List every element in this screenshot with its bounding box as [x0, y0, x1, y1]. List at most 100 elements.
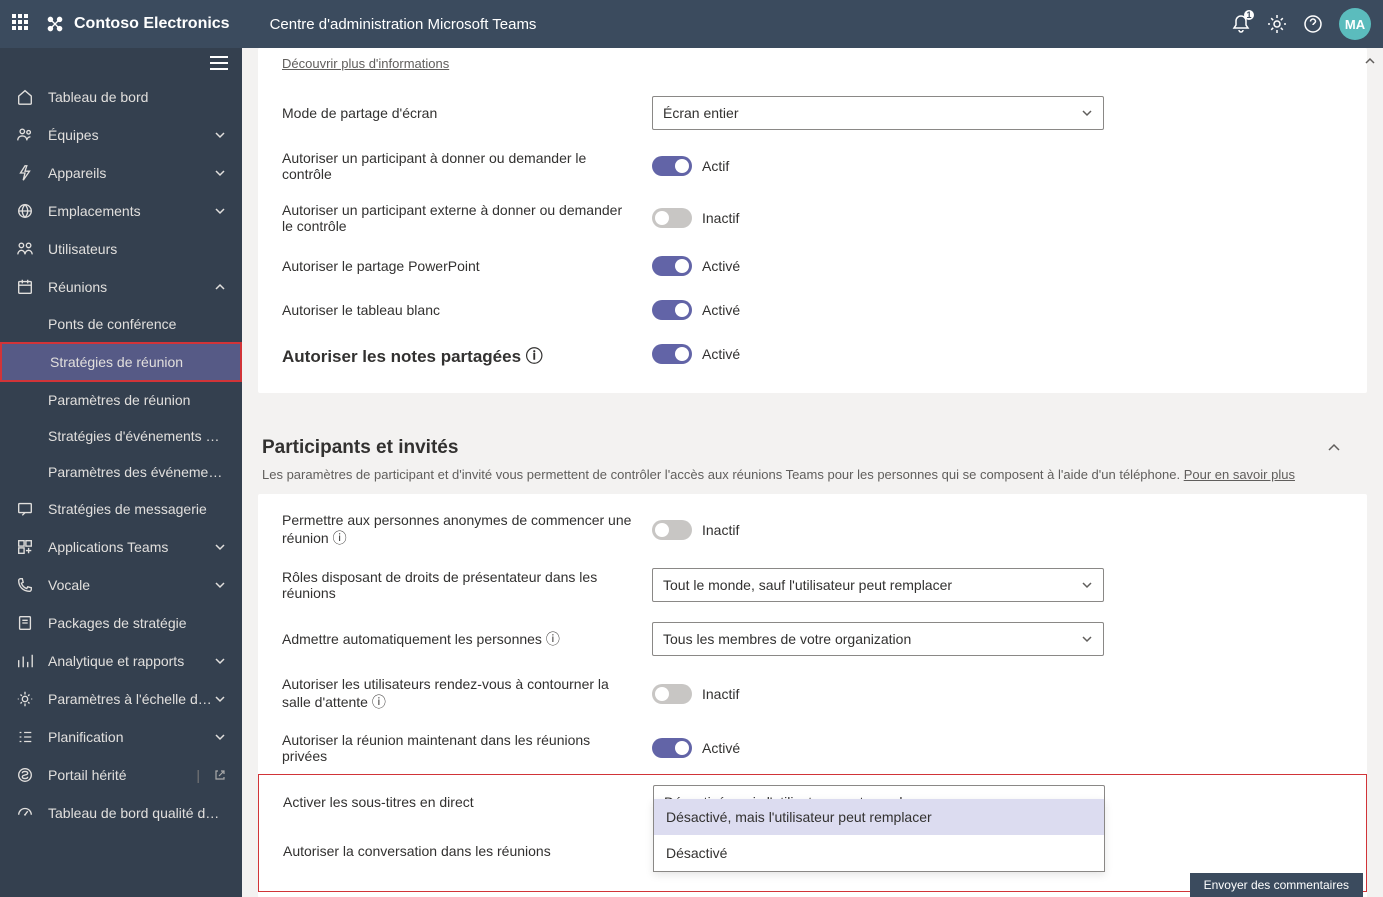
sidebar-item-analytics[interactable]: Analytique et rapports: [0, 642, 242, 680]
toggle-switch[interactable]: [652, 344, 692, 364]
setting-label: Admettre automatiquement les personnes ⓘ: [282, 629, 652, 649]
sidebar-item-label: Packages de stratégie: [48, 615, 226, 631]
sidebar-item-label: Vocale: [48, 577, 214, 593]
sidebar-item-label: Stratégies de messagerie: [48, 501, 226, 517]
setting-label: Autoriser la conversation dans les réuni…: [283, 843, 653, 859]
sidebar-item-label: Planification: [48, 729, 214, 745]
toggle-switch[interactable]: [652, 256, 692, 276]
setting-row: Autoriser les utilisateurs rendez-vous à…: [258, 666, 1367, 722]
sidebar-item-label: Applications Teams: [48, 539, 214, 555]
notification-badge: 1: [1244, 10, 1254, 20]
sidebar-item-label: Emplacements: [48, 203, 214, 219]
notifications-icon[interactable]: 1: [1231, 14, 1251, 34]
setting-label: Permettre aux personnes anonymes de comm…: [282, 512, 652, 548]
toggle-switch[interactable]: [652, 520, 692, 540]
analytics-icon: [16, 652, 34, 670]
chevron-down-icon: [1081, 107, 1093, 119]
dropdown-option[interactable]: Désactivé: [654, 835, 1104, 871]
users-icon: [16, 240, 34, 258]
sidebar-item-meetings[interactable]: Réunions: [0, 268, 242, 306]
toggle-state-label: Activé: [702, 346, 740, 362]
gear-icon: [16, 690, 34, 708]
select-dropdown[interactable]: Tout le monde, sauf l'utilisateur peut r…: [652, 568, 1104, 602]
sidebar-subitem-bridges[interactable]: Ponts de conférence: [0, 306, 242, 342]
sidebar-item-planning[interactable]: Planification: [0, 718, 242, 756]
devices-icon: [16, 164, 34, 182]
app-title: Centre d'administration Microsoft Teams: [270, 16, 537, 33]
help-icon[interactable]: [1303, 14, 1323, 34]
toggle-switch[interactable]: [652, 684, 692, 704]
setting-label: Autoriser la réunion maintenant dans les…: [282, 732, 652, 764]
chevron-down-icon: [214, 579, 226, 591]
feedback-button[interactable]: Envoyer des commentaires: [1190, 873, 1363, 897]
sidebar-subitem-meeting-settings[interactable]: Paramètres de réunion: [0, 382, 242, 418]
collapse-icon[interactable]: [1325, 439, 1343, 457]
setting-row: Autoriser un participant à donner ou dem…: [258, 140, 1367, 192]
select-dropdown[interactable]: Tous les membres de votre organization: [652, 622, 1104, 656]
toggle-switch[interactable]: [652, 208, 692, 228]
settings-icon[interactable]: [1267, 14, 1287, 34]
toggle-switch[interactable]: [652, 156, 692, 176]
chevron-down-icon: [214, 541, 226, 553]
setting-label: Autoriser les notes partagées ⓘ: [282, 342, 652, 367]
toggle-switch[interactable]: [652, 300, 692, 320]
card-intro: Découvrir plus d'informations: [258, 48, 1367, 86]
dropdown-option[interactable]: Désactivé, mais l'utilisateur peut rempl…: [654, 799, 1104, 835]
sidebar-item-dashboard[interactable]: Tableau de bord: [0, 78, 242, 116]
sidebar-item-devices[interactable]: Appareils: [0, 154, 242, 192]
sidebar-subitem-live-event-settings[interactable]: Paramètres des événements en direct: [0, 454, 242, 490]
toggle-state-label: Activé: [702, 302, 740, 318]
chevron-down-icon: [214, 167, 226, 179]
setting-label: Autoriser les utilisateurs rendez-vous à…: [282, 676, 652, 712]
setting-row: Autoriser le tableau blancActivé: [258, 288, 1367, 332]
sidebar-item-label: Équipes: [48, 127, 214, 143]
chevron-down-icon: [214, 655, 226, 667]
setting-row: Rôles disposant de droits de présentateu…: [258, 558, 1367, 612]
main-content: Découvrir plus d'informations Mode de pa…: [242, 48, 1383, 897]
org-name: Contoso Electronics: [74, 15, 230, 33]
sidebar-item-label: Tableau de bord qualité des appels: [48, 805, 226, 821]
sidebar-item-legacy-portal[interactable]: Portail hérité |: [0, 756, 242, 794]
sidebar-item-apps[interactable]: Applications Teams: [0, 528, 242, 566]
sidebar-subitem-live-event-policies[interactable]: Stratégies d'événements en direct: [0, 418, 242, 454]
chevron-down-icon: [214, 731, 226, 743]
setting-row: Autoriser le partage PowerPointActivé: [258, 244, 1367, 288]
sidebar-item-org-settings[interactable]: Paramètres à l'échelle de l'organisation: [0, 680, 242, 718]
sidebar-item-voice[interactable]: Vocale: [0, 566, 242, 604]
package-icon: [16, 614, 34, 632]
chevron-up-icon: [214, 281, 226, 293]
chevron-down-icon: [1081, 579, 1093, 591]
setting-label: Autoriser un participant à donner ou dem…: [282, 150, 652, 182]
sidebar: Tableau de bord Équipes Appareils Emplac…: [0, 48, 242, 897]
sidebar-item-locations[interactable]: Emplacements: [0, 192, 242, 230]
select-dropdown[interactable]: Écran entier: [652, 96, 1104, 130]
select-value: Écran entier: [663, 105, 1081, 121]
app-launcher-icon[interactable]: [12, 14, 32, 34]
toggle-state-label: Inactif: [702, 686, 739, 702]
people-icon: [16, 126, 34, 144]
chat-icon: [16, 500, 34, 518]
scroll-up-icon[interactable]: [1363, 54, 1377, 68]
sidebar-item-label: Paramètres à l'échelle de l'organisation: [48, 691, 214, 707]
sidebar-subitem-meeting-policies[interactable]: Stratégies de réunion: [0, 342, 242, 382]
hamburger-icon[interactable]: [196, 48, 242, 78]
sidebar-item-policy-packages[interactable]: Packages de stratégie: [0, 604, 242, 642]
chevron-down-icon: [214, 129, 226, 141]
setting-label: Autoriser un participant externe à donne…: [282, 202, 652, 234]
section-title: Participants et invités: [262, 437, 1325, 459]
setting-row: Permettre aux personnes anonymes de comm…: [258, 502, 1367, 558]
content-sharing-card: Découvrir plus d'informations Mode de pa…: [258, 48, 1367, 393]
select-value: Tous les membres de votre organization: [663, 631, 1081, 647]
sidebar-item-messaging[interactable]: Stratégies de messagerie: [0, 490, 242, 528]
sidebar-item-label: Tableau de bord: [48, 89, 226, 105]
toggle-switch[interactable]: [652, 738, 692, 758]
chevron-down-icon: [214, 693, 226, 705]
sidebar-item-call-quality[interactable]: Tableau de bord qualité des appels: [0, 794, 242, 832]
sidebar-item-users[interactable]: Utilisateurs: [0, 230, 242, 268]
sidebar-item-teams[interactable]: Équipes: [0, 116, 242, 154]
setting-row: Autoriser la conversation dans les réuni…: [259, 829, 1366, 873]
learn-more-link[interactable]: Pour en savoir plus: [1184, 467, 1295, 482]
learn-more-link[interactable]: Découvrir plus d'informations: [282, 56, 449, 71]
setting-row: Autoriser la réunion maintenant dans les…: [258, 722, 1367, 774]
avatar[interactable]: MA: [1339, 8, 1371, 40]
